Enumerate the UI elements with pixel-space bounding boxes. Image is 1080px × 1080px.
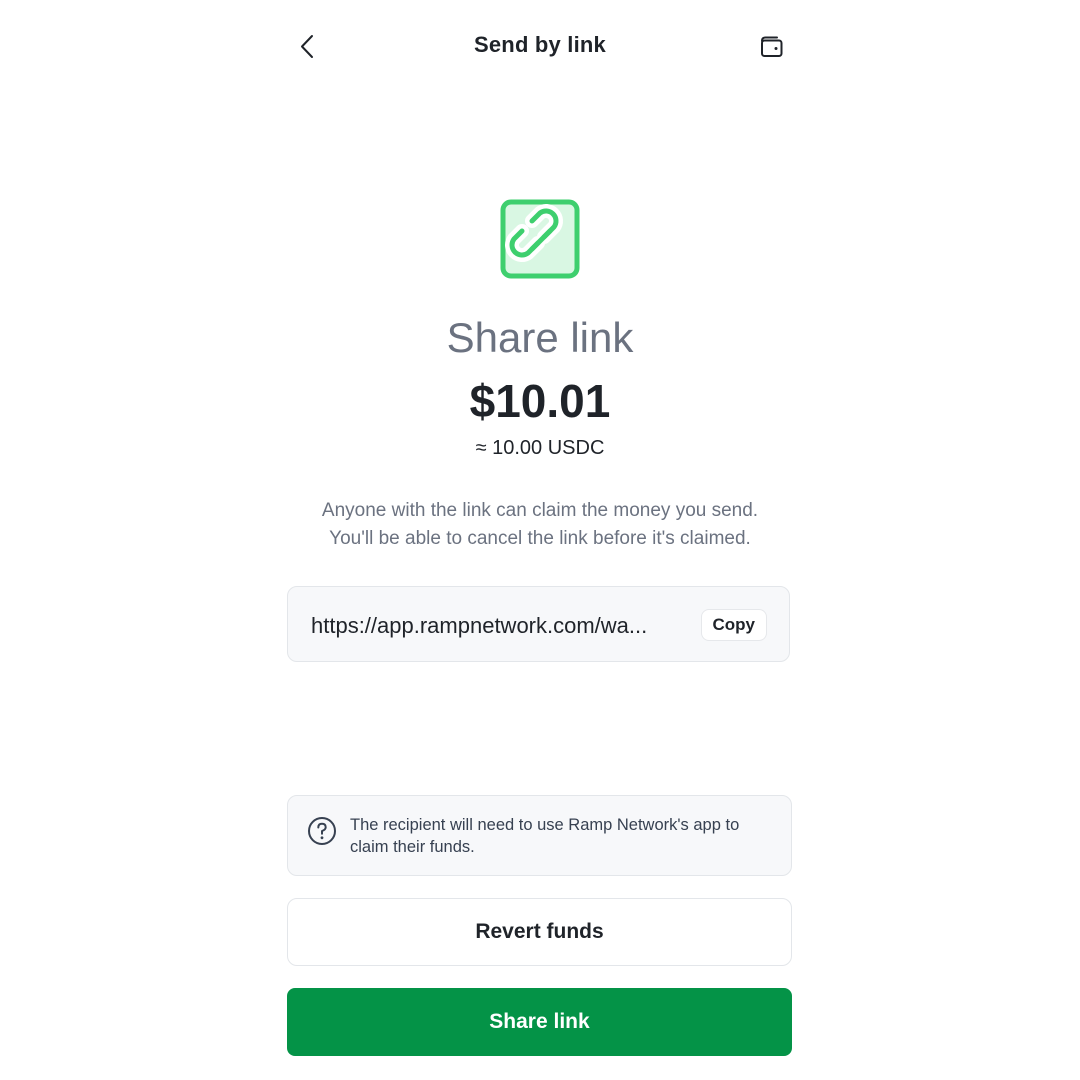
header: Send by link [287,18,793,74]
share-link-button[interactable]: Share link [287,988,792,1056]
wallet-icon [761,36,783,57]
description-line-1: Anyone with the link can claim the money… [321,500,759,521]
page-title: Send by link [474,32,606,57]
link-icon [500,199,582,281]
link-field[interactable]: https://app.rampnetwork.com/wa... Copy [287,586,790,662]
copy-button[interactable]: Copy [700,609,767,641]
info-notice: The recipient will need to use Ramp Netw… [287,795,792,876]
crypto-amount: ≈ 10.00 USDC [475,437,605,459]
wallet-button[interactable] [753,30,789,66]
share-link-heading: Share link [446,314,634,361]
revert-funds-button[interactable]: Revert funds [287,898,792,966]
send-by-link-screen: Send by link Share link $10.01 ≈ 10.00 U… [0,0,1080,1080]
help-circle-icon [308,817,336,845]
link-url[interactable]: https://app.rampnetwork.com/wa... [311,613,683,639]
description-text: Anyone with the link can claim the money… [0,497,1080,553]
amount-value: $10.01 [469,375,611,427]
info-text: The recipient will need to use Ramp Netw… [350,816,740,856]
description-line-2: You'll be able to cancel the link before… [329,528,751,549]
